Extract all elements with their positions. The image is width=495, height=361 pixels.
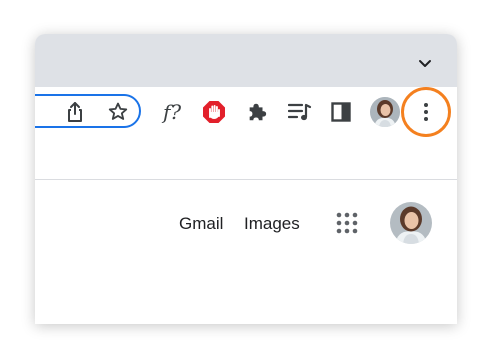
menu-highlight-ring: [401, 87, 451, 137]
formula-extension-label: f?: [162, 100, 182, 124]
browser-window: f? Gmail Images: [35, 34, 457, 324]
google-homepage: Gmail Images: [35, 180, 457, 324]
reading-list-icon[interactable]: [288, 102, 312, 122]
avatar[interactable]: [370, 97, 400, 127]
tab-strip: [35, 34, 457, 87]
extensions-puzzle-icon[interactable]: [246, 101, 268, 123]
adblock-hand-icon[interactable]: [202, 100, 226, 124]
bookmark-star-icon[interactable]: [107, 101, 129, 123]
gmail-link[interactable]: Gmail: [179, 214, 223, 234]
apps-grid-icon[interactable]: [336, 212, 358, 234]
chevron-down-icon[interactable]: [417, 58, 433, 70]
images-link[interactable]: Images: [244, 214, 300, 234]
share-icon[interactable]: [65, 101, 85, 123]
formula-extension-icon[interactable]: f?: [158, 99, 186, 125]
browser-toolbar: f?: [35, 87, 457, 141]
side-panel-icon[interactable]: [331, 102, 351, 122]
account-avatar[interactable]: [390, 202, 432, 244]
